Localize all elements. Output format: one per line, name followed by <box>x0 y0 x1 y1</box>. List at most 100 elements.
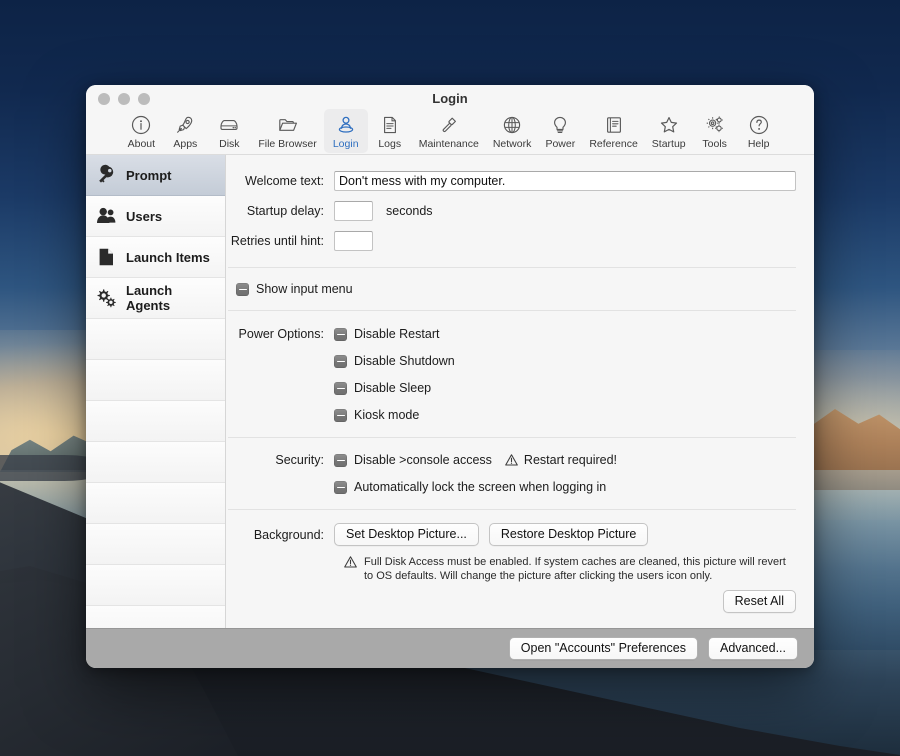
sidebar-item-launch-agents[interactable]: Launch Agents <box>86 278 225 319</box>
settings-content-pane: Welcome text: Don't mess with my compute… <box>226 155 814 628</box>
desktop-wallpaper: Login About Apps Disk File Browser Login… <box>0 0 900 756</box>
startup-delay-unit: seconds <box>386 204 433 218</box>
globe-icon <box>501 113 523 137</box>
window-body: Prompt Users Launch Items Launch Agents … <box>86 155 814 628</box>
warning-triangle-icon <box>505 454 518 466</box>
toolbar-item-tools[interactable]: Tools <box>693 109 737 153</box>
restart-required-warning: Restart required! <box>523 453 618 467</box>
retries-until-hint-label: Retries until hint: <box>230 234 324 248</box>
disable-console-access-label: Disable >console access <box>354 453 492 467</box>
toolbar-label: Tools <box>702 138 727 150</box>
disable-restart-checkbox[interactable]: Disable Restart <box>334 327 439 341</box>
toolbar-label: Logs <box>378 138 402 150</box>
auto-lock-screen-checkbox[interactable]: Automatically lock the screen when loggi… <box>334 480 606 494</box>
disable-restart-label: Disable Restart <box>354 327 440 341</box>
kiosk-mode-row: Kiosk mode <box>226 408 798 422</box>
checkbox-mixed-icon <box>334 408 347 422</box>
document-lines-icon <box>379 113 401 137</box>
disable-shutdown-row: Disable Shutdown <box>226 354 798 368</box>
welcome-text-row: Welcome text: Don't mess with my compute… <box>226 171 798 191</box>
startup-delay-label: Startup delay: <box>246 204 324 218</box>
toolbar-label: About <box>127 138 156 150</box>
security-row: Security: Disable >console access Restar… <box>226 453 798 467</box>
toolbar-item-maintenance[interactable]: Maintenance <box>412 109 486 153</box>
disable-sleep-label: Disable Sleep <box>354 381 432 395</box>
gears-icon <box>94 286 118 310</box>
toolbar: About Apps Disk File Browser Login Logs … <box>86 109 814 153</box>
sidebar-empty-row <box>86 319 225 360</box>
retries-until-hint-input[interactable] <box>334 231 373 251</box>
star-icon <box>658 113 680 137</box>
warning-triangle-icon <box>344 556 357 568</box>
toolbar-item-about[interactable]: About <box>119 109 163 153</box>
disable-console-access-checkbox[interactable]: Disable >console access <box>334 453 492 467</box>
sidebar-item-label: Launch Items <box>126 249 210 265</box>
set-desktop-picture-button[interactable]: Set Desktop Picture... <box>334 523 479 546</box>
startup-delay-input[interactable] <box>334 201 373 221</box>
auto-lock-screen-label: Automatically lock the screen when loggi… <box>354 480 607 494</box>
gears-icon <box>704 113 726 137</box>
book-icon <box>603 113 625 137</box>
toolbar-item-login[interactable]: Login <box>323 109 368 153</box>
sidebar-empty-row <box>86 442 225 483</box>
toolbar-item-network[interactable]: Network <box>486 109 539 153</box>
disable-sleep-checkbox[interactable]: Disable Sleep <box>334 381 431 395</box>
toolbar-label: Disk <box>219 138 240 150</box>
restore-desktop-picture-button[interactable]: Restore Desktop Picture <box>488 523 649 546</box>
toolbar-item-apps[interactable]: Apps <box>163 109 207 153</box>
background-label: Background: <box>253 527 324 542</box>
toolbar-item-power[interactable]: Power <box>538 109 582 153</box>
open-accounts-preferences-button[interactable]: Open "Accounts" Preferences <box>508 637 698 660</box>
toolbar-item-logs[interactable]: Logs <box>368 109 412 153</box>
checkbox-mixed-icon <box>334 327 347 341</box>
users-icon <box>94 204 118 228</box>
window-footer: Open "Accounts" Preferences Advanced... <box>86 628 814 668</box>
disable-sleep-row: Disable Sleep <box>226 381 798 395</box>
kiosk-mode-checkbox[interactable]: Kiosk mode <box>334 408 419 422</box>
sidebar-empty-row <box>86 360 225 401</box>
sidebar-item-label: Prompt <box>126 167 172 183</box>
startup-delay-row: Startup delay: seconds <box>226 201 798 221</box>
toolbar-item-help[interactable]: Help <box>737 109 781 153</box>
window-titlebar: Login About Apps Disk File Browser Login… <box>86 85 814 155</box>
lightbulb-icon <box>549 113 571 137</box>
toolbar-label: Power <box>545 138 576 150</box>
security-label: Security: <box>275 453 324 467</box>
divider <box>228 509 796 510</box>
info-circle-icon <box>130 113 152 137</box>
toolbar-item-startup[interactable]: Startup <box>645 109 693 153</box>
reset-all-button[interactable]: Reset All <box>722 590 796 613</box>
kiosk-mode-label: Kiosk mode <box>354 408 420 422</box>
disable-shutdown-checkbox[interactable]: Disable Shutdown <box>334 354 455 368</box>
divider <box>228 437 796 438</box>
toolbar-item-reference[interactable]: Reference <box>582 109 644 153</box>
show-input-menu-label: Show input menu <box>256 282 353 296</box>
sidebar-empty-row <box>86 524 225 565</box>
background-note-text: Full Disk Access must be enabled. If sys… <box>364 556 786 582</box>
power-options-row: Power Options: Disable Restart <box>226 327 798 341</box>
login-preferences-window: Login About Apps Disk File Browser Login… <box>86 85 814 668</box>
checkbox-mixed-icon <box>334 381 347 395</box>
reset-all-row: Reset All <box>722 590 796 613</box>
welcome-text-input[interactable]: Don't mess with my computer. <box>334 171 796 191</box>
divider <box>228 310 796 311</box>
checkbox-mixed-icon <box>334 453 347 467</box>
toolbar-label: Login <box>332 138 359 150</box>
advanced-button[interactable]: Advanced... <box>707 637 798 660</box>
power-options-label: Power Options: <box>238 327 324 341</box>
show-input-menu-checkbox[interactable]: Show input menu <box>236 282 798 296</box>
sidebar-item-label: Users <box>126 208 163 224</box>
toolbar-item-file-browser[interactable]: File Browser <box>251 109 323 153</box>
document-icon <box>94 245 118 269</box>
sidebar-empty-row <box>86 606 225 628</box>
hard-drive-icon <box>218 113 240 137</box>
sidebar-item-users[interactable]: Users <box>86 196 225 237</box>
divider <box>228 267 796 268</box>
toolbar-label: Help <box>747 138 770 150</box>
toolbar-label: File Browser <box>258 138 317 150</box>
sidebar-item-prompt[interactable]: Prompt <box>86 155 225 196</box>
sidebar-item-launch-items[interactable]: Launch Items <box>86 237 225 278</box>
toolbar-label: Maintenance <box>418 138 479 150</box>
toolbar-item-disk[interactable]: Disk <box>207 109 251 153</box>
checkbox-mixed-icon <box>334 354 347 368</box>
